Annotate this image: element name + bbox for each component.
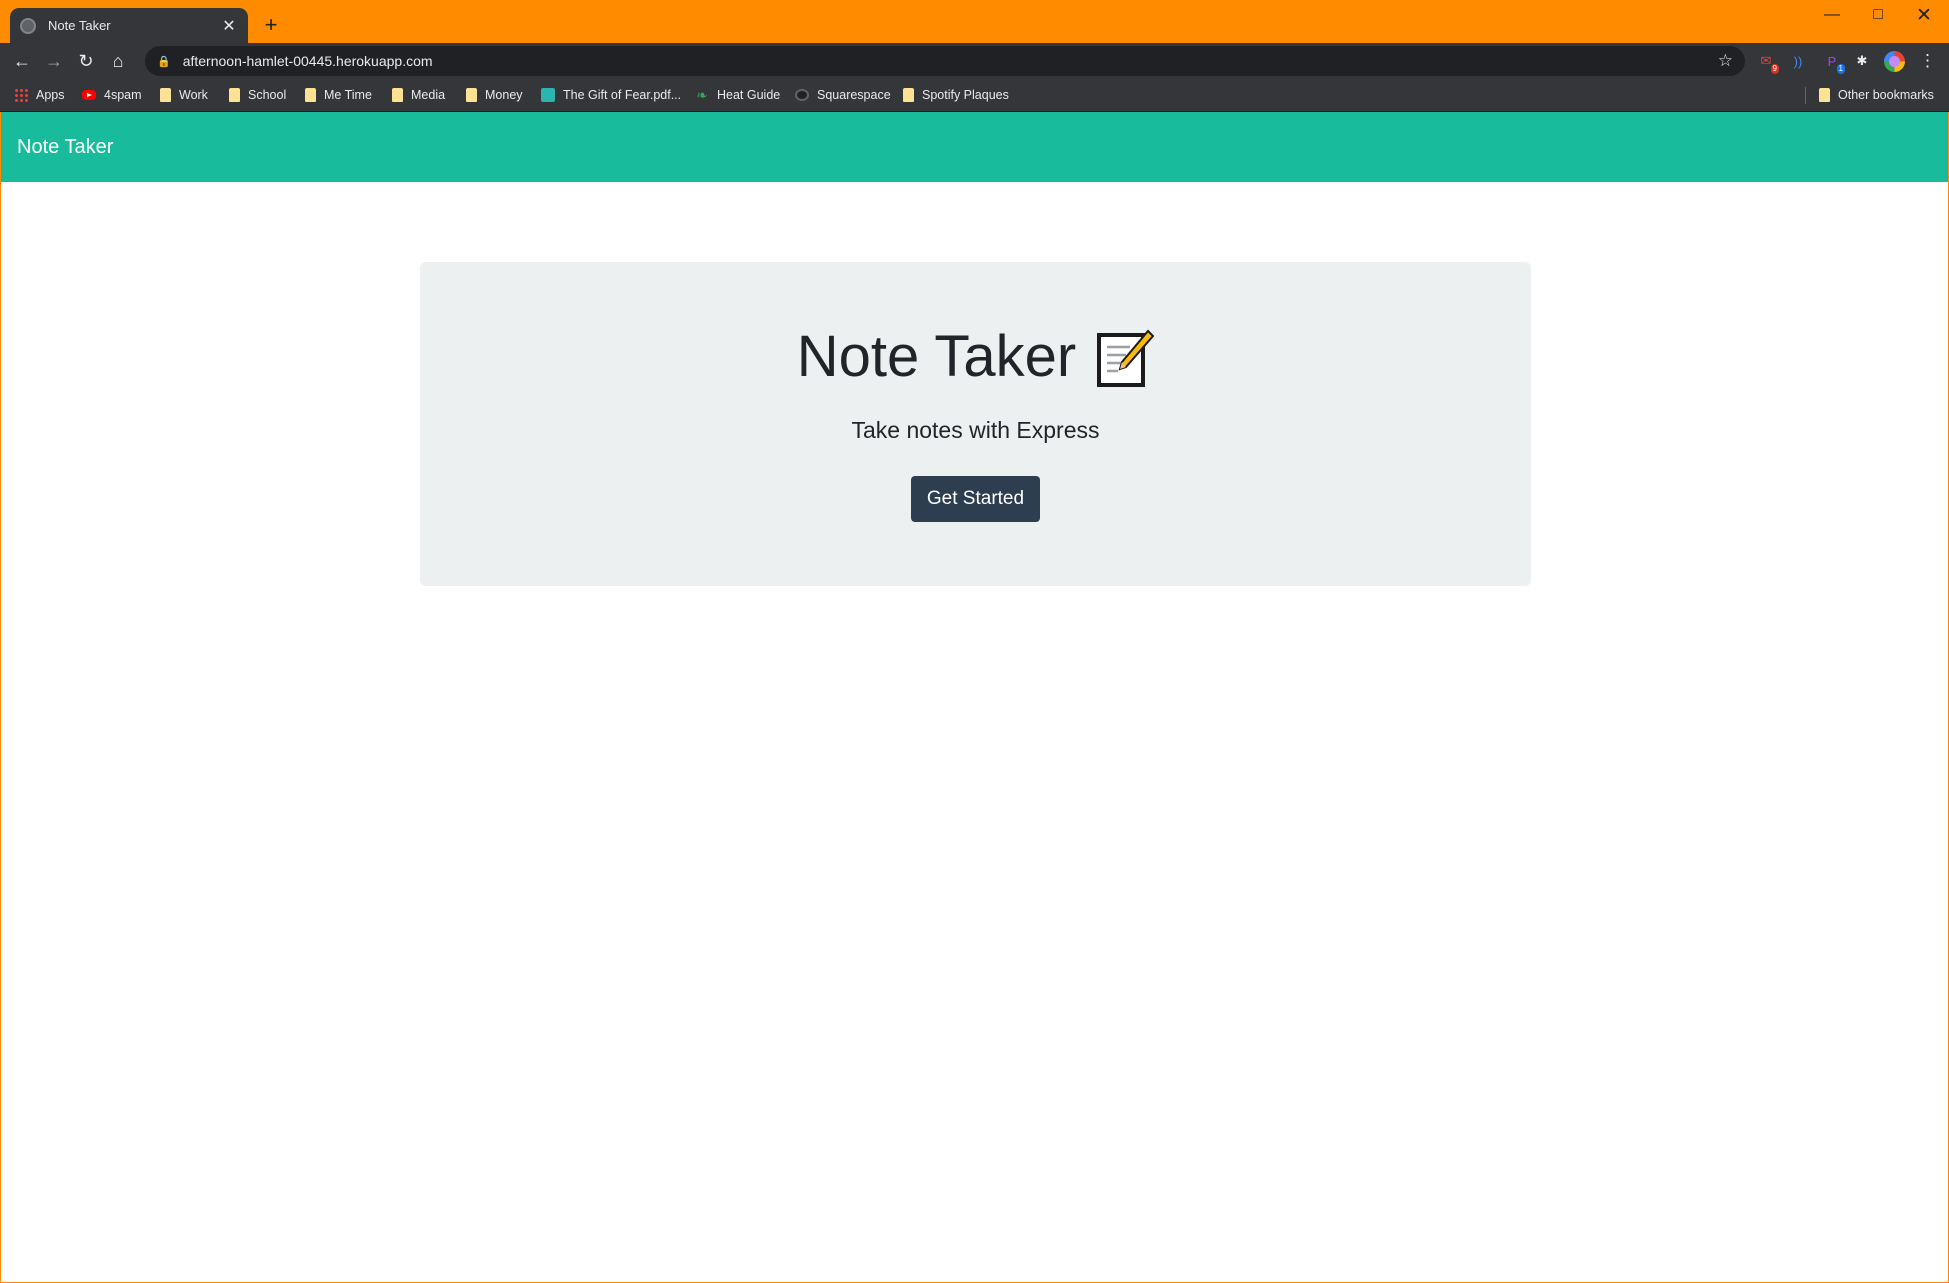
youtube-icon xyxy=(82,90,96,100)
forward-arrow-icon[interactable]: → xyxy=(40,47,68,75)
page-viewport: Note Taker Note Taker Take notes with Ex… xyxy=(1,112,1948,1282)
profile-avatar[interactable] xyxy=(1884,51,1905,72)
browser-tab-active[interactable]: Note Taker ✕ xyxy=(10,8,248,43)
folder-icon xyxy=(466,88,477,102)
close-tab-icon[interactable]: ✕ xyxy=(220,16,238,36)
lock-icon: 🔒 xyxy=(157,55,171,68)
browser-toolbar: ← → ↻ ⌂ 🔒 afternoon-hamlet-00445.herokua… xyxy=(0,43,1949,79)
page-subtitle: Take notes with Express xyxy=(851,417,1100,443)
leaf-icon: ❧ xyxy=(696,87,708,103)
address-bar[interactable]: 🔒 afternoon-hamlet-00445.herokuapp.com ☆ xyxy=(145,46,1745,76)
folder-icon xyxy=(229,88,240,102)
folder-icon xyxy=(160,88,171,102)
bookmark-apps[interactable]: Apps xyxy=(14,85,65,105)
bookmark-money[interactable]: Money xyxy=(466,85,523,105)
bookmark-other-bookmarks[interactable]: Other bookmarks xyxy=(1819,85,1934,105)
bookmark-spotify-plaques[interactable]: Spotify Plaques xyxy=(903,85,1009,105)
url-text[interactable]: afternoon-hamlet-00445.herokuapp.com xyxy=(183,53,1718,69)
page-title: Note Taker xyxy=(420,322,1531,392)
reload-icon[interactable]: ↻ xyxy=(72,47,100,75)
squarespace-icon xyxy=(795,89,809,101)
folder-icon xyxy=(1819,88,1830,102)
folder-icon xyxy=(305,88,316,102)
page-title-text: Note Taker xyxy=(796,324,1077,389)
bookmark-4spam[interactable]: 4spam xyxy=(82,85,142,105)
browser-titlebar: Note Taker ✕ + — □ ✕ xyxy=(0,0,1949,43)
folder-icon xyxy=(392,88,403,102)
get-started-button[interactable]: Get Started xyxy=(911,476,1040,522)
new-tab-button[interactable]: + xyxy=(258,12,284,38)
bookmark-heat-guide[interactable]: ❧ Heat Guide xyxy=(695,85,780,105)
p-extension-icon[interactable]: P1 xyxy=(1822,51,1845,74)
browser-menu-icon[interactable]: ⋮ xyxy=(1919,51,1936,71)
hero-jumbotron: Note Taker Take notes with Express Get S… xyxy=(420,262,1531,586)
back-arrow-icon[interactable]: ← xyxy=(8,47,36,75)
mail-extension-icon[interactable]: ✉ 9 xyxy=(1756,51,1779,74)
bookmarks-bar: Apps 4spam Work School Me Time Media Mon… xyxy=(0,79,1949,112)
apps-grid-icon xyxy=(14,88,28,102)
bookmarks-divider xyxy=(1805,87,1806,104)
tab-title: Note Taker xyxy=(48,18,111,33)
p-extension-badge: 1 xyxy=(1836,64,1845,74)
globe-icon xyxy=(20,17,36,34)
bookmark-school[interactable]: School xyxy=(229,85,286,105)
bookmark-work[interactable]: Work xyxy=(160,85,208,105)
bookmark-star-icon[interactable]: ☆ xyxy=(1718,51,1733,71)
extensions-puzzle-icon[interactable]: ✱ xyxy=(1852,51,1872,71)
minimize-window-button[interactable]: — xyxy=(1809,0,1855,30)
bookmark-media[interactable]: Media xyxy=(392,85,445,105)
bookmark-me-time[interactable]: Me Time xyxy=(305,85,372,105)
audio-extension-icon[interactable]: )) xyxy=(1788,51,1808,71)
site-navbar: Note Taker xyxy=(1,112,1948,182)
memo-icon xyxy=(1096,327,1155,387)
close-window-button[interactable]: ✕ xyxy=(1901,0,1947,30)
bookmark-squarespace[interactable]: Squarespace xyxy=(795,85,891,105)
navbar-brand[interactable]: Note Taker xyxy=(17,136,113,159)
mail-badge: 9 xyxy=(1770,64,1779,74)
home-icon[interactable]: ⌂ xyxy=(104,47,132,75)
folder-icon xyxy=(903,88,914,102)
maximize-window-button[interactable]: □ xyxy=(1855,0,1901,30)
document-icon xyxy=(541,88,555,102)
bookmark-gift-of-fear[interactable]: The Gift of Fear.pdf... xyxy=(541,85,681,105)
